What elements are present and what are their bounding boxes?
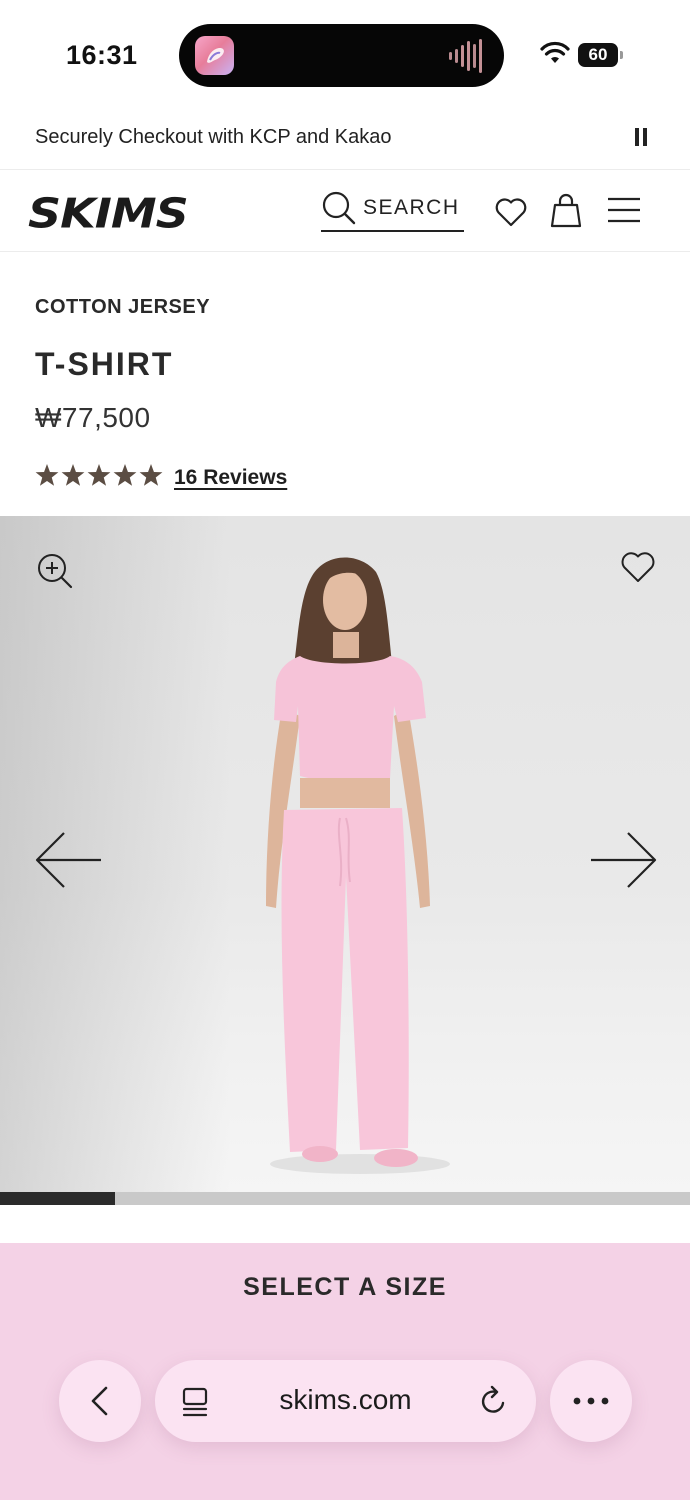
status-time: 16:31	[66, 40, 138, 70]
browser-url-bar[interactable]: skims.com	[155, 1360, 536, 1442]
product-price: ₩77,500	[35, 402, 151, 433]
status-bar: 16:31 60	[0, 0, 690, 110]
browser-more-button[interactable]	[550, 1360, 632, 1442]
star-icon	[139, 464, 163, 486]
wishlist-heart-icon[interactable]	[620, 550, 656, 584]
gallery-progress-bar	[0, 1192, 690, 1205]
arrow-right-icon[interactable]	[588, 830, 658, 890]
heart-icon[interactable]	[494, 196, 528, 228]
site-header: SKIMS SEARCH	[0, 170, 690, 252]
star-icon	[35, 464, 59, 486]
pause-icon[interactable]	[634, 128, 648, 146]
announcement-text: Securely Checkout with KCP and Kakao	[35, 126, 392, 148]
product-collection: COTTON JERSEY	[35, 296, 211, 318]
product-title: T-SHIRT	[35, 346, 174, 382]
app-icon	[195, 36, 234, 75]
zoom-in-icon[interactable]	[36, 552, 74, 590]
battery-level: 60	[588, 45, 608, 64]
search-button[interactable]: SEARCH	[321, 190, 464, 232]
bag-icon[interactable]	[550, 192, 582, 228]
dynamic-island[interactable]	[179, 24, 504, 87]
gallery-progress-fill	[0, 1192, 115, 1205]
chevron-left-icon	[91, 1386, 108, 1416]
audio-waveform-icon	[449, 39, 482, 73]
star-icon	[113, 464, 137, 486]
battery-cap	[620, 51, 623, 59]
reviews-link[interactable]: 16 Reviews	[174, 466, 287, 490]
battery-icon: 60	[578, 43, 618, 67]
announcement-bar: Securely Checkout with KCP and Kakao	[0, 110, 690, 170]
menu-icon[interactable]	[607, 196, 641, 224]
brand-logo[interactable]: SKIMS	[28, 189, 189, 238]
arrow-left-icon[interactable]	[34, 830, 104, 890]
browser-back-button[interactable]	[59, 1360, 141, 1442]
more-icon	[573, 1397, 609, 1405]
select-size-button[interactable]: SELECT A SIZE	[0, 1273, 690, 1302]
reload-icon[interactable]	[479, 1385, 509, 1417]
search-icon	[322, 191, 356, 225]
wifi-icon	[540, 41, 570, 63]
star-icon	[61, 464, 85, 486]
product-image-gallery[interactable]	[0, 516, 690, 1192]
search-label: SEARCH	[363, 196, 460, 219]
rating-stars[interactable]	[34, 462, 164, 490]
star-icon	[87, 464, 111, 486]
